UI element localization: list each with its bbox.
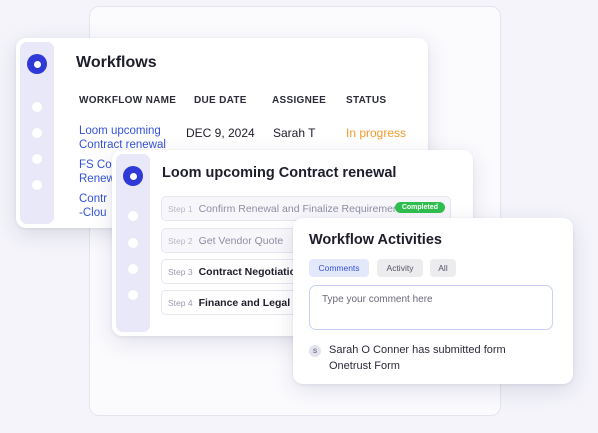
step-label: Get Vendor Quote	[198, 234, 284, 247]
workflow-title: Loom upcoming Contract renewal	[162, 165, 397, 181]
step-label: Contract Negotiation	[198, 265, 303, 278]
nav-dot-icon[interactable]	[128, 211, 138, 221]
column-header-status: STATUS	[346, 95, 387, 106]
activity-text: Sarah O Conner has submitted form	[329, 344, 506, 356]
page-title: Workflows	[76, 54, 157, 71]
completed-badge: Completed	[394, 202, 445, 213]
nav-dot-icon[interactable]	[128, 238, 138, 248]
workflow-activities-card: Workflow Activities Comments Activity Al…	[293, 218, 573, 384]
step-label: Finance and Legal	[198, 296, 291, 309]
column-header-assignee: ASSIGNEE	[272, 95, 327, 106]
assignee-cell: Sarah T	[273, 126, 316, 140]
nav-dot-icon[interactable]	[32, 128, 42, 138]
comment-input[interactable]	[309, 285, 553, 330]
nav-dot-icon[interactable]	[32, 180, 42, 190]
nav-dot-icon[interactable]	[128, 264, 138, 274]
activity-entry: Sarah O Conner has submitted form Onetru…	[329, 342, 559, 374]
step-number: Step 1	[168, 203, 193, 214]
status-badge: In progress	[346, 126, 407, 140]
nav-dot-icon[interactable]	[128, 290, 138, 300]
nav-dot-icon[interactable]	[32, 102, 42, 112]
activities-title: Workflow Activities	[309, 232, 442, 248]
workflow-link[interactable]: Contr -Clou	[79, 192, 107, 220]
tab-comments[interactable]: Comments	[309, 259, 369, 277]
due-date-cell: DEC 9, 2024	[186, 126, 255, 140]
activity-form-name: Onetrust Form	[329, 360, 400, 372]
step-number: Step 4	[168, 297, 193, 308]
workflow-link[interactable]: Loom upcoming Contract renewal	[79, 124, 166, 152]
tab-all[interactable]: All	[430, 259, 456, 277]
logo-icon[interactable]	[27, 54, 47, 74]
sidebar-rail	[116, 154, 150, 332]
column-header-workflow-name: WORKFLOW NAME	[79, 95, 177, 106]
column-header-due-date: DUE DATE	[194, 95, 247, 106]
nav-dot-icon[interactable]	[32, 154, 42, 164]
tab-activity[interactable]: Activity	[377, 259, 423, 277]
step-number: Step 2	[168, 235, 193, 246]
sidebar-rail	[20, 42, 54, 224]
logo-icon[interactable]	[123, 166, 143, 186]
step-number: Step 3	[168, 266, 193, 277]
step-label: Confirm Renewal and Finalize Requirement	[198, 202, 402, 215]
avatar: S	[309, 345, 321, 357]
